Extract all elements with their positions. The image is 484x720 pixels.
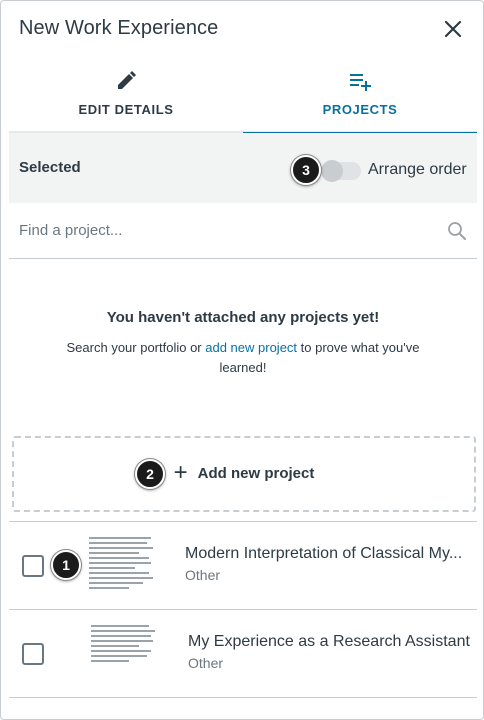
add-new-project-link[interactable]: add new project	[205, 340, 297, 355]
project-checkbox[interactable]	[22, 555, 44, 577]
search-input[interactable]	[19, 217, 419, 243]
callout-badge-1: 1	[51, 550, 81, 580]
tab-edit-details-label: EDIT DETAILS	[78, 102, 174, 117]
close-button[interactable]	[441, 17, 465, 41]
project-checkbox[interactable]	[22, 643, 44, 665]
project-type: Other	[188, 655, 224, 671]
tab-bar: EDIT DETAILS PROJECTS	[9, 59, 477, 135]
playlist-add-icon	[350, 74, 371, 91]
add-new-project-label: Add new project	[197, 464, 315, 482]
callout-badge-3: 3	[291, 155, 321, 185]
close-icon	[444, 20, 462, 38]
project-title[interactable]: My Experience as a Research Assistant	[188, 633, 473, 651]
search-icon[interactable]	[447, 221, 467, 241]
empty-state-title: You haven't attached any projects yet!	[106, 309, 380, 326]
tab-projects[interactable]: PROJECTS	[243, 59, 477, 135]
toggle-knob	[321, 160, 343, 182]
plus-icon: +	[173, 459, 188, 486]
project-thumbnail	[85, 533, 157, 593]
empty-state-body: Search your portfolio or add new project…	[53, 338, 433, 378]
panel-title: New Work Experience	[19, 17, 219, 39]
empty-state-text-before: Search your portfolio or	[66, 340, 206, 355]
project-row: My Experience as a Research Assistant Ot…	[9, 609, 477, 697]
project-title[interactable]: Modern Interpretation of Classical My...	[185, 545, 470, 563]
tab-edit-details[interactable]: EDIT DETAILS	[9, 59, 243, 133]
empty-state: You haven't attached any projects yet! S…	[9, 301, 477, 378]
arrange-order-toggle[interactable]	[321, 160, 361, 182]
add-new-project-inner: + Add new project	[14, 459, 474, 486]
work-experience-panel: New Work Experience EDIT DETAILS PROJECT…	[0, 0, 484, 720]
project-thumbnail	[87, 621, 159, 681]
tab-projects-label: PROJECTS	[322, 102, 398, 117]
selected-label: Selected	[19, 159, 81, 176]
add-new-project-button[interactable]: + Add new project	[12, 436, 476, 512]
panel-header: New Work Experience	[1, 1, 483, 59]
selected-bar: Selected Arrange order	[9, 133, 477, 203]
arrange-order-label: Arrange order	[368, 161, 467, 178]
project-type: Other	[185, 567, 221, 583]
project-search	[9, 203, 477, 259]
callout-badge-2: 2	[135, 459, 165, 489]
pencil-icon	[118, 71, 136, 89]
list-divider	[9, 697, 477, 698]
